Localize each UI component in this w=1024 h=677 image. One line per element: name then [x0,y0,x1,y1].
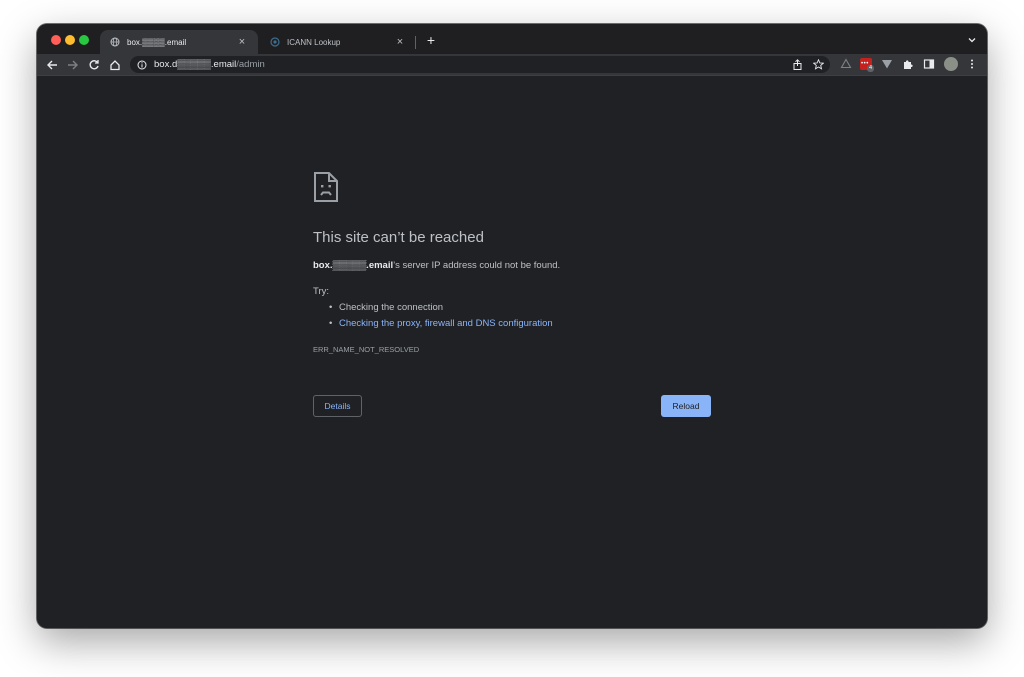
home-button[interactable] [107,57,123,73]
tab-close-icon[interactable]: × [394,36,406,48]
puzzle-icon[interactable] [902,58,914,70]
url-host: box.d▒▒▒▒▒.email [154,59,237,70]
arrow-right-icon [68,60,78,70]
toolbar: box.d▒▒▒▒▒.email/admin ••• 4 [37,54,987,75]
profile-avatar[interactable] [944,57,958,71]
chevron-down-icon[interactable] [965,33,979,47]
reload-button[interactable]: Reload [661,395,711,417]
globe-icon [110,37,120,47]
vimium-extension-icon[interactable] [881,58,893,70]
sad-page-icon [314,172,338,202]
page-content: This site can’t be reached box.▒▒▒▒▒.ema… [37,76,987,628]
lastpass-extension-icon[interactable]: ••• 4 [860,58,874,72]
tab-strip: box.▒▒▒▒.email × ICANN Lookup × + [37,24,987,54]
reload-icon [89,60,99,70]
error-detail-text: ’s server IP address could not be found. [393,260,561,271]
site-info-icon[interactable] [137,60,147,70]
tab-title: box.▒▒▒▒.email [127,37,187,47]
tab-box-email[interactable]: box.▒▒▒▒.email × [100,30,258,54]
url-path: /admin [236,59,265,70]
try-label: Try: [313,286,330,297]
window-maximize-button[interactable] [79,35,89,45]
back-button[interactable] [44,57,60,73]
bookmark-star-icon[interactable] [813,59,824,70]
arrow-left-icon [47,60,57,70]
suggestion-proxy-link[interactable]: Checking the proxy, firewall and DNS con… [313,318,553,334]
suggestion-check-connection: Checking the connection [313,302,553,318]
address-bar[interactable]: box.d▒▒▒▒▒.email/admin [130,56,830,73]
suggestions-list: Checking the connection Checking the pro… [313,302,553,334]
tab-close-icon[interactable]: × [236,36,248,48]
recycle-extension-icon[interactable] [840,58,852,70]
error-code: ERR_NAME_NOT_RESOLVED [313,345,420,354]
error-headline: This site can’t be reached [313,229,484,246]
forward-button[interactable] [65,57,81,73]
tab-title: ICANN Lookup [287,37,341,47]
home-icon [110,60,120,71]
new-tab-button[interactable]: + [423,32,439,48]
url-text[interactable]: box.d▒▒▒▒▒.email/admin [154,59,265,70]
window-close-button[interactable] [51,35,61,45]
side-panel-icon[interactable] [923,58,935,70]
tab-separator [415,36,416,49]
share-icon[interactable] [792,59,803,70]
reload-toolbar-button[interactable] [86,57,102,73]
kebab-menu-icon[interactable] [966,58,978,70]
extension-badge: 4 [867,65,874,72]
window-minimize-button[interactable] [65,35,75,45]
details-button[interactable]: Details [313,395,362,417]
icann-icon [270,37,280,47]
browser-window: box.▒▒▒▒.email × ICANN Lookup × + box.d▒… [37,24,987,628]
error-detail: box.▒▒▒▒▒.email’s server IP address coul… [313,260,560,271]
error-host: box.▒▒▒▒▒.email [313,260,394,271]
tab-icann-lookup[interactable]: ICANN Lookup × [260,30,416,54]
